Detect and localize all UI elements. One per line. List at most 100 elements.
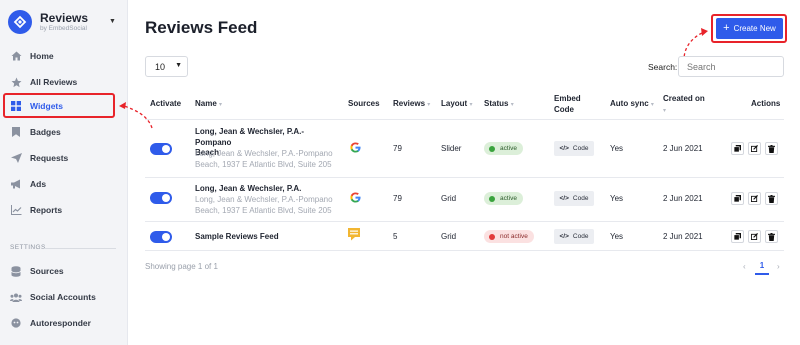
status-badge: active [484,142,523,155]
column-header-embed-code: Embed Code [554,94,581,114]
caret-down-icon[interactable]: ▼ [109,18,116,25]
send-icon [10,152,22,164]
edit-icon[interactable] [748,192,761,205]
settings-section-label: SETTINGS [10,244,46,251]
bookmark-icon [10,126,22,138]
reviews-count: 79 [393,194,402,203]
chat-icon [348,228,360,246]
feed-address: Long, Jean & Wechsler, P.A.-Pompano Beach… [195,195,333,215]
reviews-count: 79 [393,144,402,153]
created-date: 2 Jun 2021 [663,232,703,241]
created-date: 2 Jun 2021 [663,194,703,203]
sidebar-item-label: Autoresponder [30,318,91,328]
sidebar-item-reports[interactable]: Reports [0,199,128,221]
chevron-down-icon: ▼ [175,62,182,69]
copy-icon[interactable] [731,142,744,155]
edit-icon[interactable] [748,142,761,155]
column-header-auto-sync[interactable]: Auto sync ▾ [610,98,654,111]
chart-icon [10,204,22,216]
column-header-layout[interactable]: Layout ▾ [441,98,472,111]
column-header-created-on[interactable]: Created on ▾ [663,93,705,117]
brand-logo-icon [8,10,32,34]
sidebar-item-home[interactable]: Home [0,45,128,67]
home-icon [10,50,22,62]
status-badge: not active [484,230,534,243]
search-input[interactable] [678,56,784,77]
sort-icon: ▾ [219,102,223,108]
trash-icon[interactable] [765,142,778,155]
status-dot-icon [489,195,495,202]
google-icon [350,190,361,208]
sort-icon: ▾ [427,102,431,108]
sidebar-item-all-reviews[interactable]: All Reviews [0,71,128,93]
column-header-actions: Actions [751,99,781,108]
sidebar-item-label: Social Accounts [30,292,96,302]
column-header-sources: Sources [348,99,380,108]
widgets-highlight-box [3,93,115,118]
activate-toggle[interactable] [150,192,172,204]
copy-icon[interactable] [731,192,744,205]
trash-icon[interactable] [765,192,778,205]
pagination-prev-button[interactable]: ‹ [743,262,746,271]
sidebar-item-label: Badges [30,127,61,137]
per-page-select[interactable]: 10 ▼ [145,56,188,77]
sidebar-item-badges[interactable]: Badges [0,121,128,143]
feed-address: Long, Jean & Wechsler, P.A.-Pompano Beach… [195,149,333,169]
table-divider [145,221,784,222]
layout-value: Grid [441,194,457,203]
star-icon [10,76,22,88]
auto-sync-value: Yes [610,144,624,153]
code-icon: </> [559,145,569,152]
copy-icon[interactable] [731,230,744,243]
embed-code-button[interactable]: </> Code [554,141,594,156]
create-new-button[interactable]: + Create New [716,18,783,39]
feed-name[interactable]: Long, Jean & Wechsler, P.A. [195,184,340,195]
auto-sync-value: Yes [610,194,624,203]
sort-icon: ▾ [663,108,667,114]
layout-value: Slider [441,144,462,153]
status-badge: active [484,192,523,205]
users-icon [10,291,22,303]
embed-code-button[interactable]: </> Code [554,229,594,244]
settings-divider [44,248,116,249]
sidebar-item-label: Requests [30,153,69,163]
pagination-page-1[interactable]: 1 [755,259,769,275]
feed-name[interactable]: Sample Reviews Feed [195,232,340,243]
search-label: Search: [648,62,678,72]
code-icon: </> [559,195,569,202]
sidebar-item-sources[interactable]: Sources [0,260,128,282]
sort-icon: ▾ [510,102,514,108]
brand-name: Reviews [40,10,89,25]
sidebar-item-requests[interactable]: Requests [0,147,128,169]
column-header-name[interactable]: Name ▾ [195,98,222,111]
activate-toggle[interactable] [150,143,172,155]
google-icon [350,140,361,158]
plus-icon: + [723,22,730,34]
sidebar-item-autoresponder[interactable]: Autoresponder [0,312,128,334]
megaphone-icon [10,178,22,190]
edit-icon[interactable] [748,230,761,243]
column-header-status[interactable]: Status ▾ [484,98,514,111]
sidebar-item-ads[interactable]: Ads [0,173,128,195]
page-title: Reviews Feed [145,18,258,37]
activate-toggle[interactable] [150,231,172,243]
embed-code-button[interactable]: </> Code [554,191,594,206]
reviews-count: 5 [393,232,398,241]
pagination-next-button[interactable]: › [777,262,780,271]
table-divider [145,177,784,178]
layout-value: Grid [441,232,457,241]
trash-icon[interactable] [765,230,778,243]
sidebar-item-label: All Reviews [30,77,78,87]
created-date: 2 Jun 2021 [663,144,703,153]
table-divider [145,250,784,251]
sort-icon: ▾ [469,102,473,108]
column-header-activate: Activate [150,99,182,108]
brand-switcher[interactable]: Reviews by EmbedSocial [0,0,127,44]
sort-icon: ▾ [650,102,654,108]
create-new-label: Create New [733,24,776,33]
auto-sync-value: Yes [610,232,624,241]
column-header-reviews[interactable]: Reviews ▾ [393,98,430,111]
robot-icon [10,317,22,329]
sidebar-item-label: Sources [30,266,64,276]
sidebar-item-social-accounts[interactable]: Social Accounts [0,286,128,308]
